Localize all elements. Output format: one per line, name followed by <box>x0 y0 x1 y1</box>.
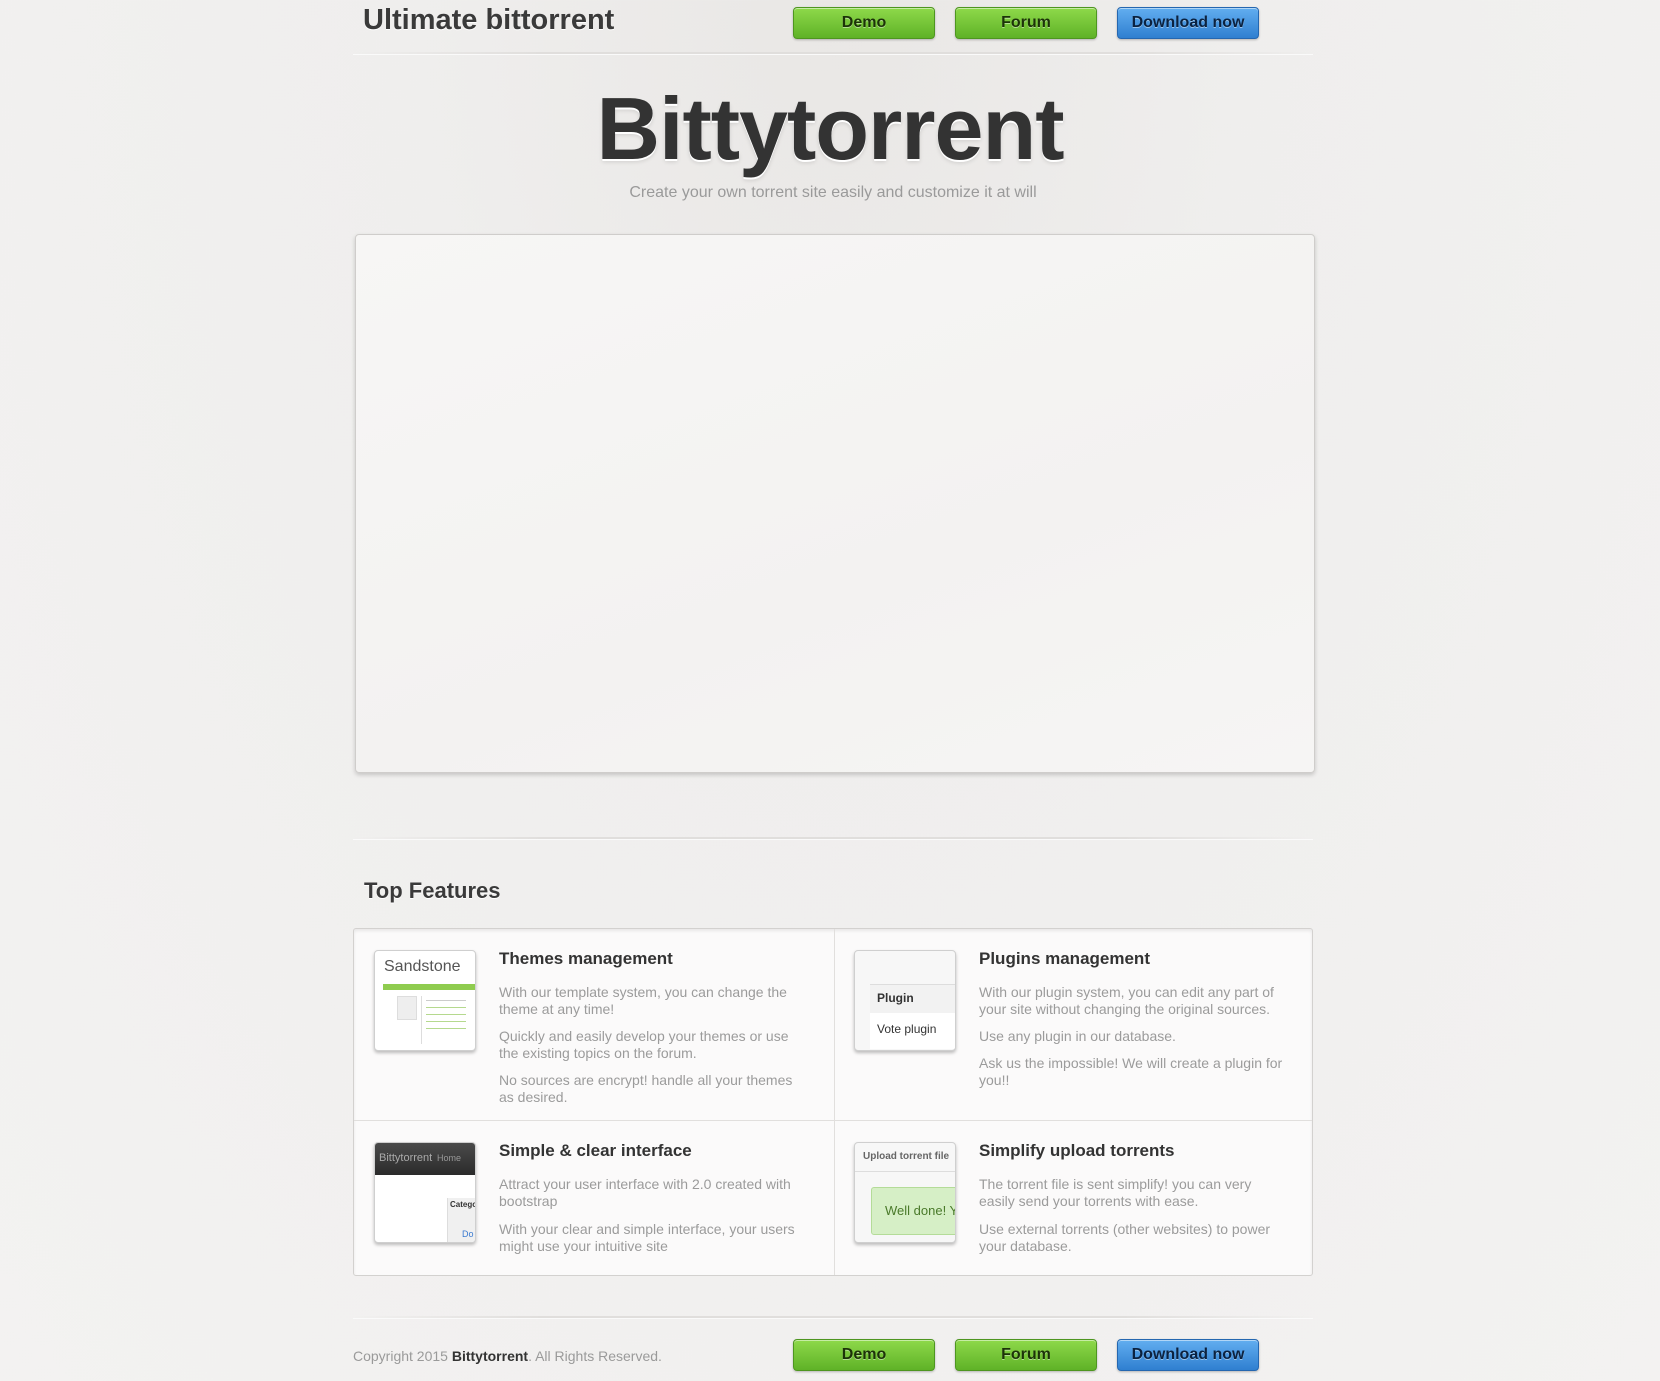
feature-text: Attract your user interface with 2.0 cre… <box>499 1176 791 1209</box>
feature-text: No sources are encrypt! handle all your … <box>499 1072 793 1105</box>
themes-thumbnail: Sandstone <box>374 950 476 1051</box>
plugins-thumbnail: Plugin Vote plugin <box>854 950 956 1051</box>
footer-divider <box>353 1316 1313 1319</box>
header-divider <box>353 52 1313 55</box>
thumb-green-bar <box>383 984 475 990</box>
thumb-alert-text: Well done! Yo <box>885 1203 955 1218</box>
forum-button[interactable]: Forum <box>955 7 1097 39</box>
feature-text: With your clear and simple interface, yo… <box>499 1221 795 1254</box>
features-grid: Sandstone Themes management With our tem… <box>353 928 1313 1276</box>
thumb-upload-head: Upload torrent file <box>863 1151 950 1162</box>
footer-demo-button[interactable]: Demo <box>793 1339 935 1371</box>
thumb-link: Do <box>462 1229 474 1239</box>
thumb-plugin-header: Plugin <box>877 991 914 1005</box>
video-preview-area[interactable] <box>355 234 1315 773</box>
footer-copyright: Copyright 2015 Bittytorrent. All Rights … <box>353 1348 662 1364</box>
section-divider <box>353 837 1313 840</box>
feature-title: Themes management <box>499 949 673 968</box>
feature-title: Simplify upload torrents <box>979 1141 1175 1160</box>
features-section-title: Top Features <box>364 878 501 903</box>
hero-title: Bittytorrent <box>596 79 1064 178</box>
feature-title: Simple & clear interface <box>499 1141 692 1160</box>
feature-themes-management: Sandstone Themes management With our tem… <box>354 929 833 1120</box>
feature-text: The torrent file is sent simplify! you c… <box>979 1176 1252 1209</box>
site-brand[interactable]: Ultimate bittorrent <box>363 4 614 37</box>
footer-forum-button[interactable]: Forum <box>955 1339 1097 1371</box>
upload-thumbnail: Upload torrent file Well done! Yo <box>854 1142 956 1243</box>
thumb-theme-name: Sandstone <box>384 958 461 975</box>
thumb-list <box>421 996 472 1044</box>
feature-text: With our plugin system, you can edit any… <box>979 984 1274 1017</box>
feature-simple-interface: Bittytorrent Home Categori Do Simple & c… <box>354 1121 833 1275</box>
feature-text: Quickly and easily develop your themes o… <box>499 1028 789 1061</box>
interface-thumbnail: Bittytorrent Home Categori Do <box>374 1142 476 1243</box>
feature-title: Plugins management <box>979 949 1150 968</box>
demo-button[interactable]: Demo <box>793 7 935 39</box>
thumb-plugin-row: Vote plugin <box>877 1022 937 1036</box>
thumb-side-label: Categori <box>450 1200 475 1209</box>
copyright-suffix: . All Rights Reserved. <box>528 1348 662 1364</box>
thumb-brand: Bittytorrent <box>379 1152 433 1164</box>
feature-text: Use any plugin in our database. <box>979 1028 1176 1044</box>
feature-text: Use external torrents (other websites) t… <box>979 1221 1271 1254</box>
copyright-brand: Bittytorrent <box>451 1348 529 1364</box>
thumb-nav-home: Home <box>437 1153 462 1163</box>
download-now-button[interactable]: Download now <box>1117 7 1259 39</box>
feature-simplify-upload: Upload torrent file Well done! Yo Simpli… <box>834 1121 1313 1275</box>
footer-download-now-button[interactable]: Download now <box>1117 1339 1259 1371</box>
thumb-sidebar <box>397 996 417 1020</box>
feature-text: Ask us the impossible! We will create a … <box>979 1055 1283 1088</box>
feature-plugins-management: Plugin Vote plugin Plugins management Wi… <box>834 929 1313 1120</box>
copyright-prefix: Copyright 2015 <box>353 1348 448 1364</box>
feature-text: With our template system, you can change… <box>499 984 787 1017</box>
hero-subtitle: Create your own torrent site easily and … <box>629 184 1037 201</box>
